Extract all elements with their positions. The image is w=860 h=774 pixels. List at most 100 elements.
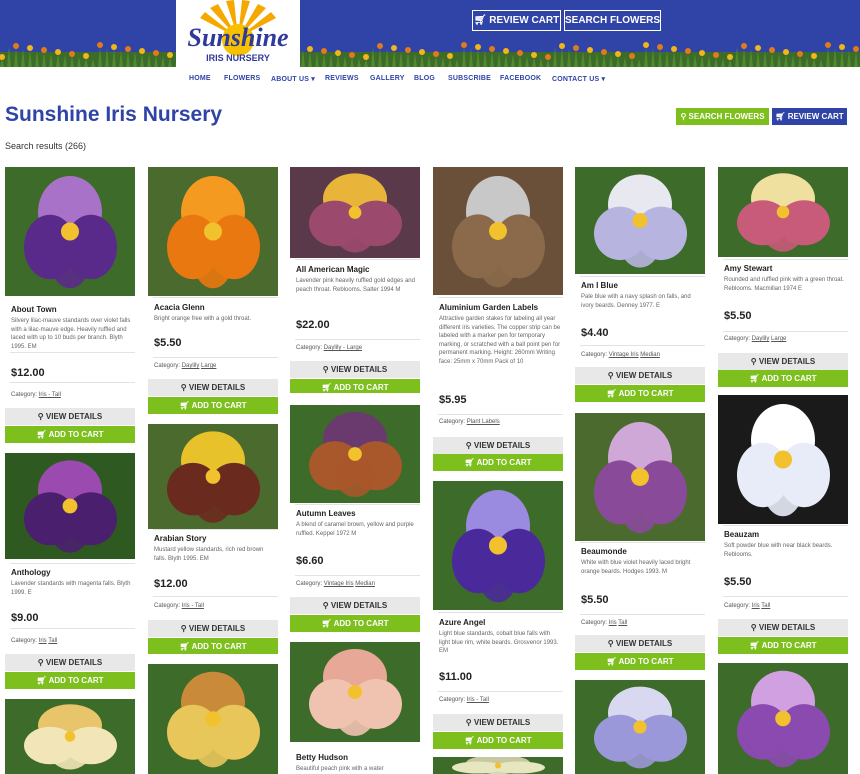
add-to-cart-button[interactable]: 🛒︎ ADD TO CART (718, 637, 848, 654)
product-image[interactable] (148, 167, 278, 296)
add-to-cart-button[interactable]: 🛒︎ ADD TO CART (148, 397, 278, 414)
header-search-flowers-button[interactable]: SEARCH FLOWERS (564, 10, 661, 31)
product-image[interactable] (718, 663, 848, 774)
nav-gallery[interactable]: GALLERY (370, 75, 405, 82)
product-image[interactable] (575, 413, 705, 541)
category-link[interactable]: Tall (48, 638, 57, 644)
product-image[interactable] (433, 757, 563, 774)
category-link[interactable]: Iris - Tall (467, 697, 489, 703)
view-details-button[interactable]: ⚲ VIEW DETAILS (575, 367, 705, 384)
site-logo[interactable]: Sunshine IRIS NURSERY (176, 0, 300, 67)
category-link[interactable]: Median (355, 581, 375, 587)
category-link[interactable]: Iris - Tall (182, 603, 204, 609)
product-name[interactable]: Betty Hudson (296, 753, 348, 762)
view-details-button[interactable]: ⚲ VIEW DETAILS (148, 379, 278, 396)
add-to-cart-button[interactable]: 🛒︎ ADD TO CART (718, 370, 848, 387)
product-image[interactable] (290, 167, 420, 258)
nav-reviews[interactable]: REVIEWS (325, 75, 359, 82)
category-link[interactable]: Median (640, 352, 660, 358)
nav-about-us[interactable]: ABOUT US ▾ (271, 75, 315, 83)
category-link[interactable]: Vintage Iris (324, 581, 354, 587)
review-cart-button[interactable]: 🛒︎ REVIEW CART (772, 108, 847, 125)
product-image[interactable] (718, 167, 848, 257)
add-to-cart-button[interactable]: 🛒︎ ADD TO CART (433, 454, 563, 471)
divider (723, 259, 848, 260)
product-category: Category: Vintage Iris Median (296, 581, 375, 587)
view-details-button[interactable]: ⚲ VIEW DETAILS (5, 408, 135, 425)
nav-subscribe[interactable]: SUBSCRIBE (448, 75, 491, 82)
category-link[interactable]: Daylily (752, 336, 770, 342)
category-link[interactable]: Large (201, 363, 216, 369)
add-to-cart-button[interactable]: 🛒︎ ADD TO CART (575, 385, 705, 402)
category-link[interactable]: Large (771, 336, 786, 342)
view-details-button[interactable]: ⚲ VIEW DETAILS (148, 620, 278, 637)
search-icon: ⚲ (750, 623, 759, 632)
category-link[interactable]: Plant Labels (467, 419, 500, 425)
product-description: Lavender pink heavily ruffled gold edges… (296, 278, 415, 293)
nav-blog[interactable]: BLOG (414, 75, 435, 82)
nav-facebook[interactable]: FACEBOOK (500, 75, 541, 82)
view-details-label: VIEW DETAILS (758, 623, 816, 632)
product-name[interactable]: About Town (11, 305, 57, 314)
product-name[interactable]: Anthology (11, 568, 51, 577)
category-link[interactable]: Vintage Iris (609, 352, 639, 358)
product-image[interactable] (5, 167, 135, 296)
add-to-cart-button[interactable]: 🛒︎ ADD TO CART (148, 638, 278, 654)
view-details-button[interactable]: ⚲ VIEW DETAILS (718, 619, 848, 636)
main-nav: HOME FLOWERS ABOUT US ▾ REVIEWS GALLERY … (0, 67, 860, 91)
product-name[interactable]: Azure Angel (439, 618, 485, 627)
product-name[interactable]: All American Magic (296, 265, 370, 274)
product-image[interactable] (575, 167, 705, 274)
product-image[interactable] (5, 699, 135, 774)
category-link[interactable]: Iris (752, 603, 760, 609)
view-details-button[interactable]: ⚲ VIEW DETAILS (718, 353, 848, 370)
add-to-cart-button[interactable]: 🛒︎ ADD TO CART (5, 672, 135, 689)
header-review-cart-button[interactable]: 🛒︎ REVIEW CART (472, 10, 561, 31)
add-to-cart-button[interactable]: 🛒︎ ADD TO CART (290, 379, 420, 393)
nav-home[interactable]: HOME (189, 75, 211, 82)
view-details-button[interactable]: ⚲ VIEW DETAILS (575, 635, 705, 652)
divider (295, 259, 420, 260)
product-name[interactable]: Beauzam (724, 530, 759, 539)
product-image[interactable] (5, 453, 135, 559)
product-name[interactable]: Aluminium Garden Labels (439, 303, 538, 312)
view-details-label: VIEW DETAILS (330, 365, 388, 374)
category-label: Category: (296, 581, 323, 587)
product-image[interactable] (290, 642, 420, 742)
product-image[interactable] (575, 680, 705, 774)
product-name[interactable]: Autumn Leaves (296, 509, 356, 518)
category-link[interactable]: Iris - Tall (39, 392, 61, 398)
product-image[interactable] (433, 481, 563, 610)
search-flowers-button[interactable]: ⚲ SEARCH FLOWERS (676, 108, 769, 125)
product-name[interactable]: Amy Stewart (724, 264, 772, 273)
view-details-button[interactable]: ⚲ VIEW DETAILS (433, 437, 563, 454)
add-to-cart-button[interactable]: 🛒︎ ADD TO CART (5, 426, 135, 443)
add-to-cart-button[interactable]: 🛒︎ ADD TO CART (575, 653, 705, 670)
category-link[interactable]: Iris (39, 638, 47, 644)
product-image[interactable] (718, 395, 848, 524)
product-image[interactable] (290, 405, 420, 503)
category-link[interactable]: Iris (609, 620, 617, 626)
add-to-cart-label: ADD TO CART (333, 383, 389, 392)
nav-flowers[interactable]: FLOWERS (224, 75, 260, 82)
product-description: Attractive garden stakes for labeling al… (439, 316, 561, 365)
add-to-cart-button[interactable]: 🛒︎ ADD TO CART (433, 732, 563, 749)
view-details-button[interactable]: ⚲ VIEW DETAILS (290, 361, 420, 378)
add-to-cart-button[interactable]: 🛒︎ ADD TO CART (290, 615, 420, 632)
product-image[interactable] (433, 167, 563, 295)
product-name[interactable]: Arabian Story (154, 534, 206, 543)
product-name[interactable]: Am I Blue (581, 281, 618, 290)
view-details-button[interactable]: ⚲ VIEW DETAILS (290, 597, 420, 614)
product-name[interactable]: Acacia Glenn (154, 303, 205, 312)
category-link[interactable]: Daylily (182, 363, 200, 369)
category-link[interactable]: Daylily - Large (324, 345, 362, 351)
view-details-button[interactable]: ⚲ VIEW DETAILS (433, 714, 563, 731)
category-link[interactable]: Tall (618, 620, 627, 626)
product-name[interactable]: Beaumonde (581, 547, 627, 556)
view-details-button[interactable]: ⚲ VIEW DETAILS (5, 654, 135, 671)
product-image[interactable] (148, 664, 278, 774)
logo-brand-bottom: IRIS NURSERY (206, 53, 270, 63)
nav-contact-us[interactable]: CONTACT US ▾ (552, 75, 605, 83)
category-link[interactable]: Tall (761, 603, 770, 609)
product-image[interactable] (148, 424, 278, 529)
